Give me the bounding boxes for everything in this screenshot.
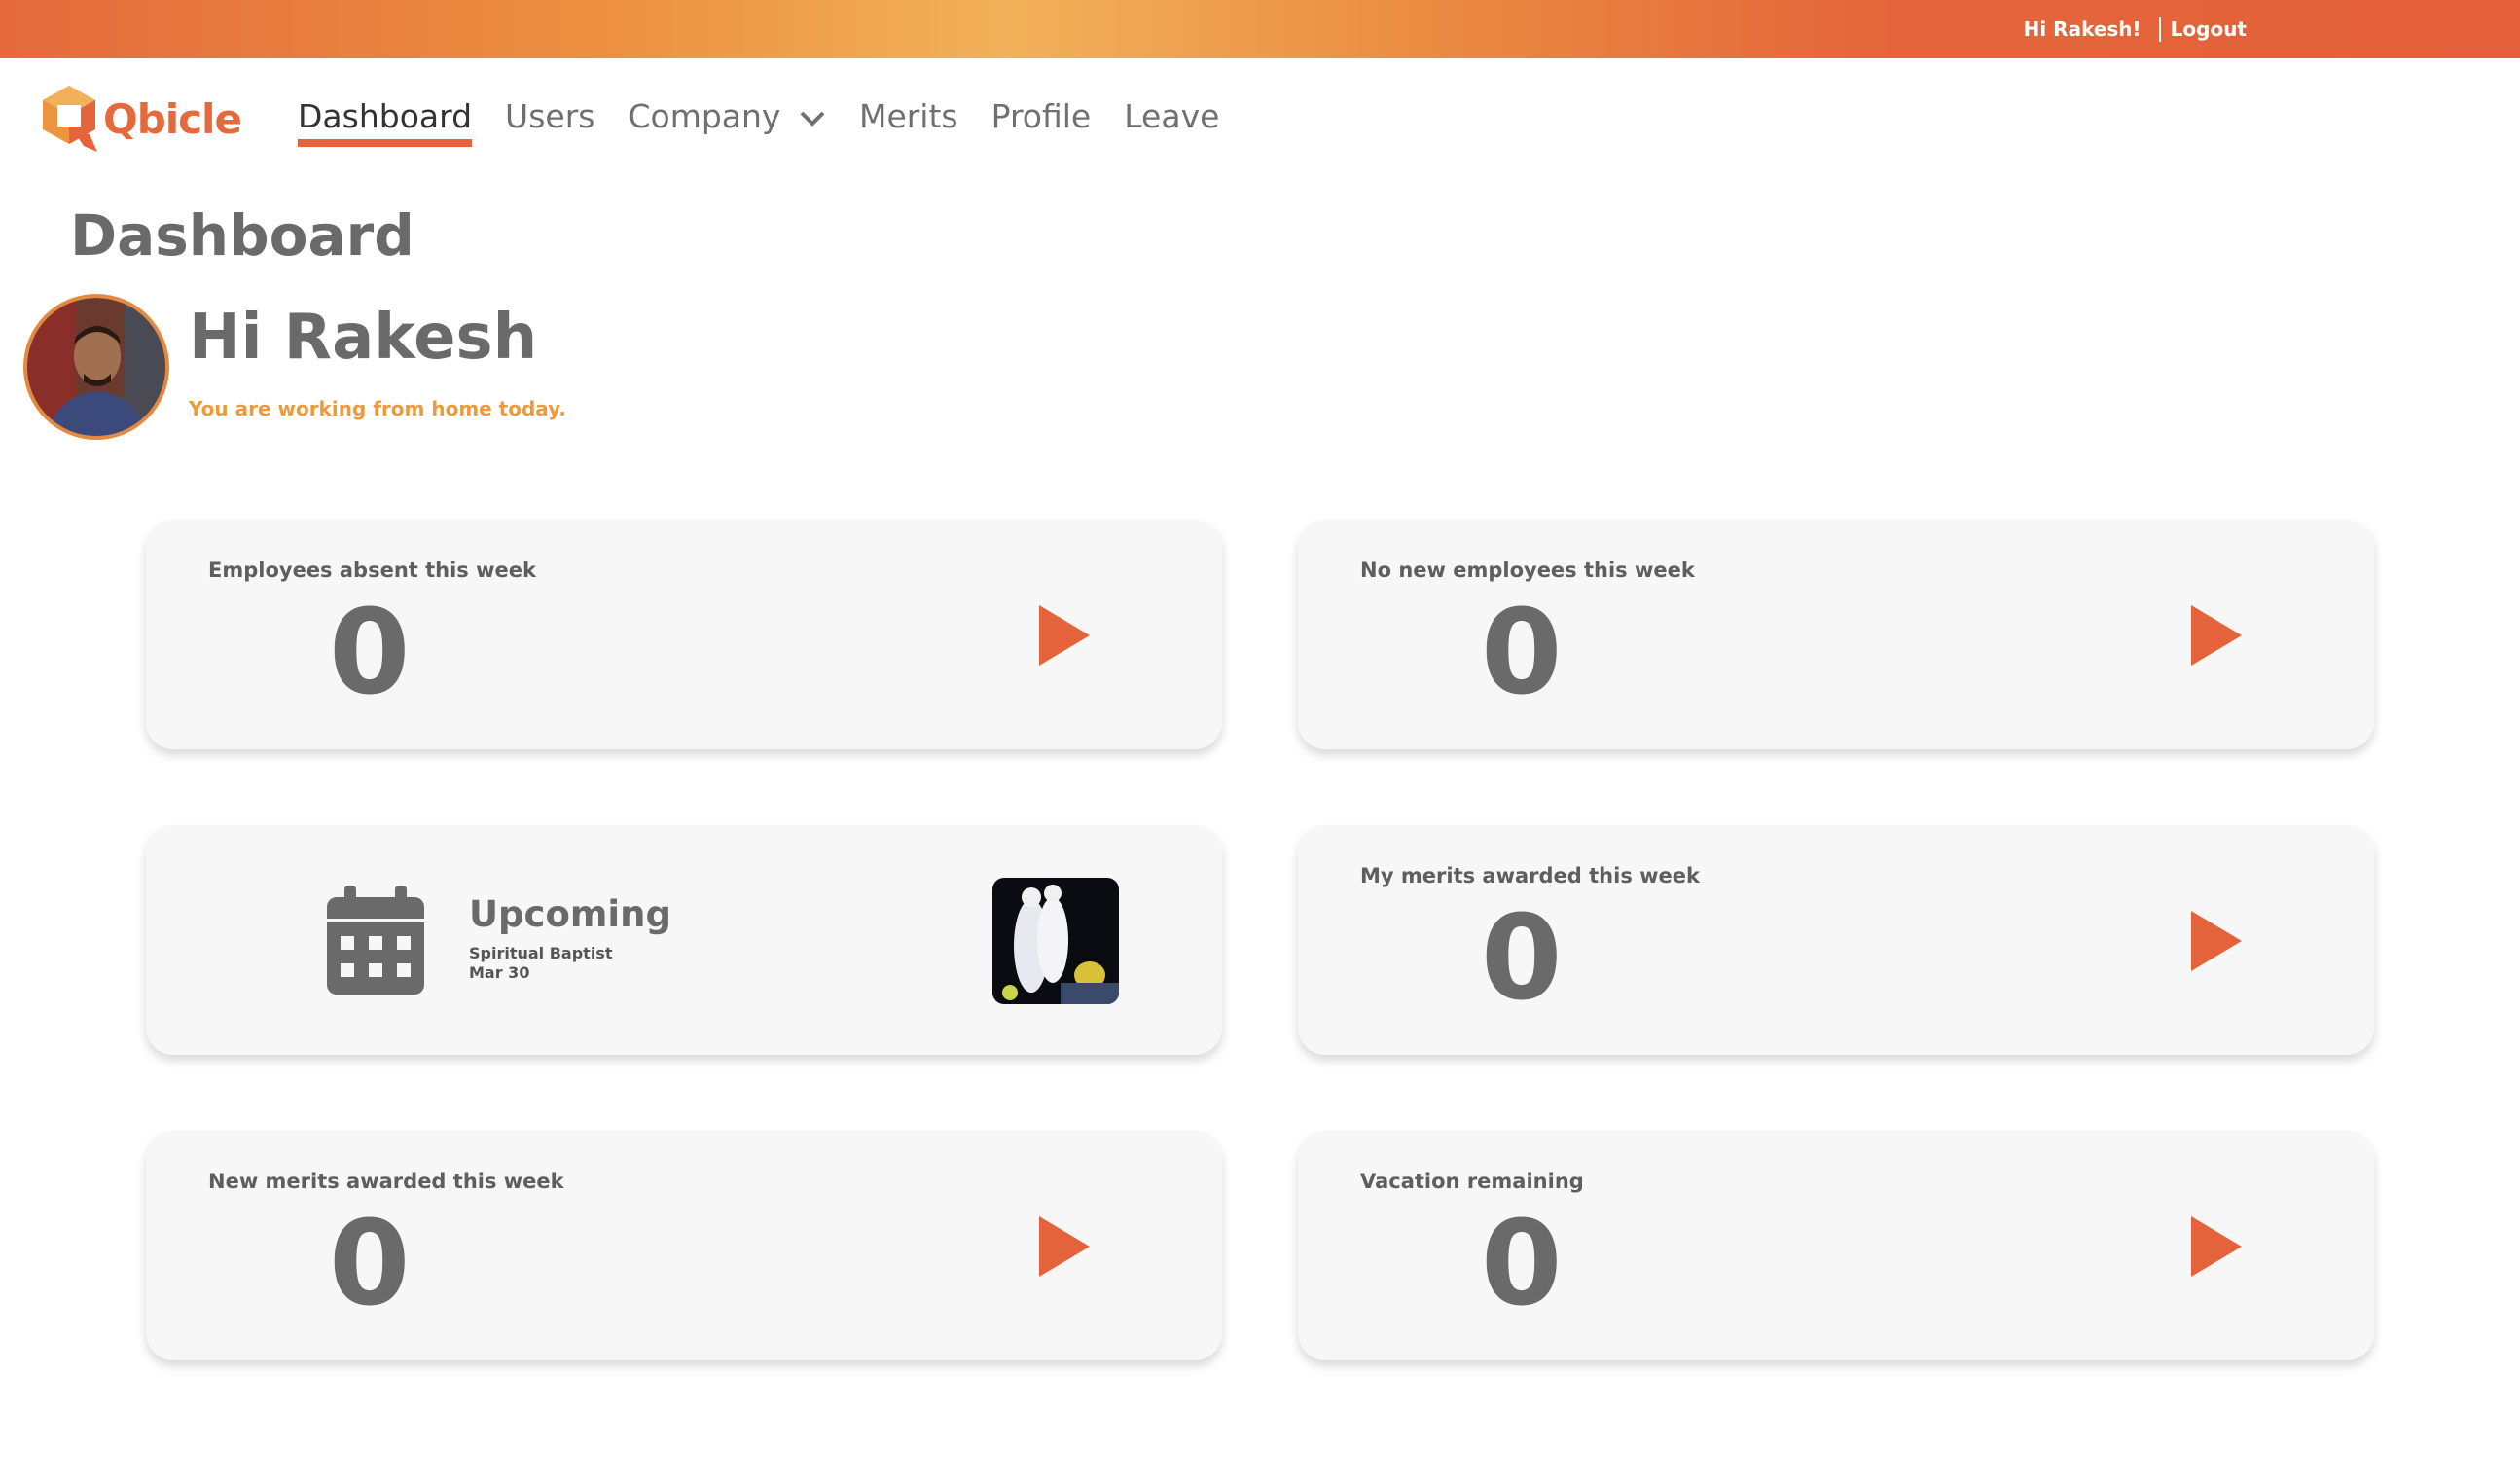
nav-dashboard[interactable]: Dashboard [298, 97, 473, 147]
card-label: No new employees this week [1360, 559, 1695, 582]
card-value: 0 [1481, 586, 1563, 721]
page-title: Dashboard [70, 202, 414, 269]
card-value: 0 [1481, 1197, 1563, 1332]
top-bar-links: Hi Rakesh! Logout [2024, 0, 2247, 58]
nav-company-label: Company [628, 97, 781, 135]
card-upcoming[interactable]: Upcoming Spiritual Baptist Mar 30 [146, 825, 1222, 1055]
user-photo-icon [27, 298, 165, 436]
card-value: 0 [329, 1197, 411, 1332]
card-vacation-remaining[interactable]: Vacation remaining 0 [1298, 1131, 2374, 1360]
nav-company[interactable]: Company [628, 97, 826, 141]
work-status: You are working from home today. [189, 397, 566, 420]
chevron-down-icon [800, 111, 825, 127]
top-bar: Hi Rakesh! Logout [0, 0, 2520, 58]
card-value: 0 [329, 586, 411, 721]
card-employees-absent[interactable]: Employees absent this week 0 [146, 520, 1222, 749]
nav-merits[interactable]: Merits [859, 97, 958, 141]
card-label: New merits awarded this week [208, 1170, 564, 1193]
avatar[interactable] [23, 294, 169, 440]
brand-name: Qbicle [103, 94, 242, 143]
upcoming-event-name: Spiritual Baptist [469, 944, 613, 962]
nav-leave[interactable]: Leave [1124, 97, 1219, 141]
nav-profile[interactable]: Profile [991, 97, 1092, 141]
card-new-merits[interactable]: New merits awarded this week 0 [146, 1131, 1222, 1360]
play-arrow-icon[interactable] [2191, 1216, 2242, 1277]
event-image-icon [992, 878, 1119, 1004]
play-arrow-icon[interactable] [2191, 911, 2242, 971]
calendar-icon [327, 886, 424, 995]
card-my-merits[interactable]: My merits awarded this week 0 [1298, 825, 2374, 1055]
top-bar-separator [2158, 17, 2161, 42]
card-label: My merits awarded this week [1360, 864, 1700, 887]
upcoming-event-date: Mar 30 [469, 963, 530, 982]
top-bar-greeting: Hi Rakesh! [2023, 18, 2142, 41]
card-new-employees[interactable]: No new employees this week 0 [1298, 520, 2374, 749]
play-arrow-icon[interactable] [1039, 605, 1090, 666]
nav-users[interactable]: Users [505, 97, 594, 141]
logout-link[interactable]: Logout [2171, 18, 2247, 41]
play-arrow-icon[interactable] [1039, 1216, 1090, 1277]
event-thumbnail[interactable] [992, 878, 1119, 1004]
card-label: Employees absent this week [208, 559, 536, 582]
card-value: 0 [1481, 891, 1563, 1027]
nav-menu: Dashboard Users Company Merits Profile L… [298, 97, 1252, 147]
play-arrow-icon[interactable] [2191, 605, 2242, 666]
qbicle-logo-icon [43, 86, 97, 152]
card-label: Vacation remaining [1360, 1170, 1584, 1193]
upcoming-title: Upcoming [469, 893, 671, 935]
main-nav: Qbicle Dashboard Users Company Merits Pr… [0, 58, 2520, 185]
user-greeting: Hi Rakesh [189, 302, 538, 374]
brand-logo[interactable]: Qbicle [39, 84, 242, 154]
